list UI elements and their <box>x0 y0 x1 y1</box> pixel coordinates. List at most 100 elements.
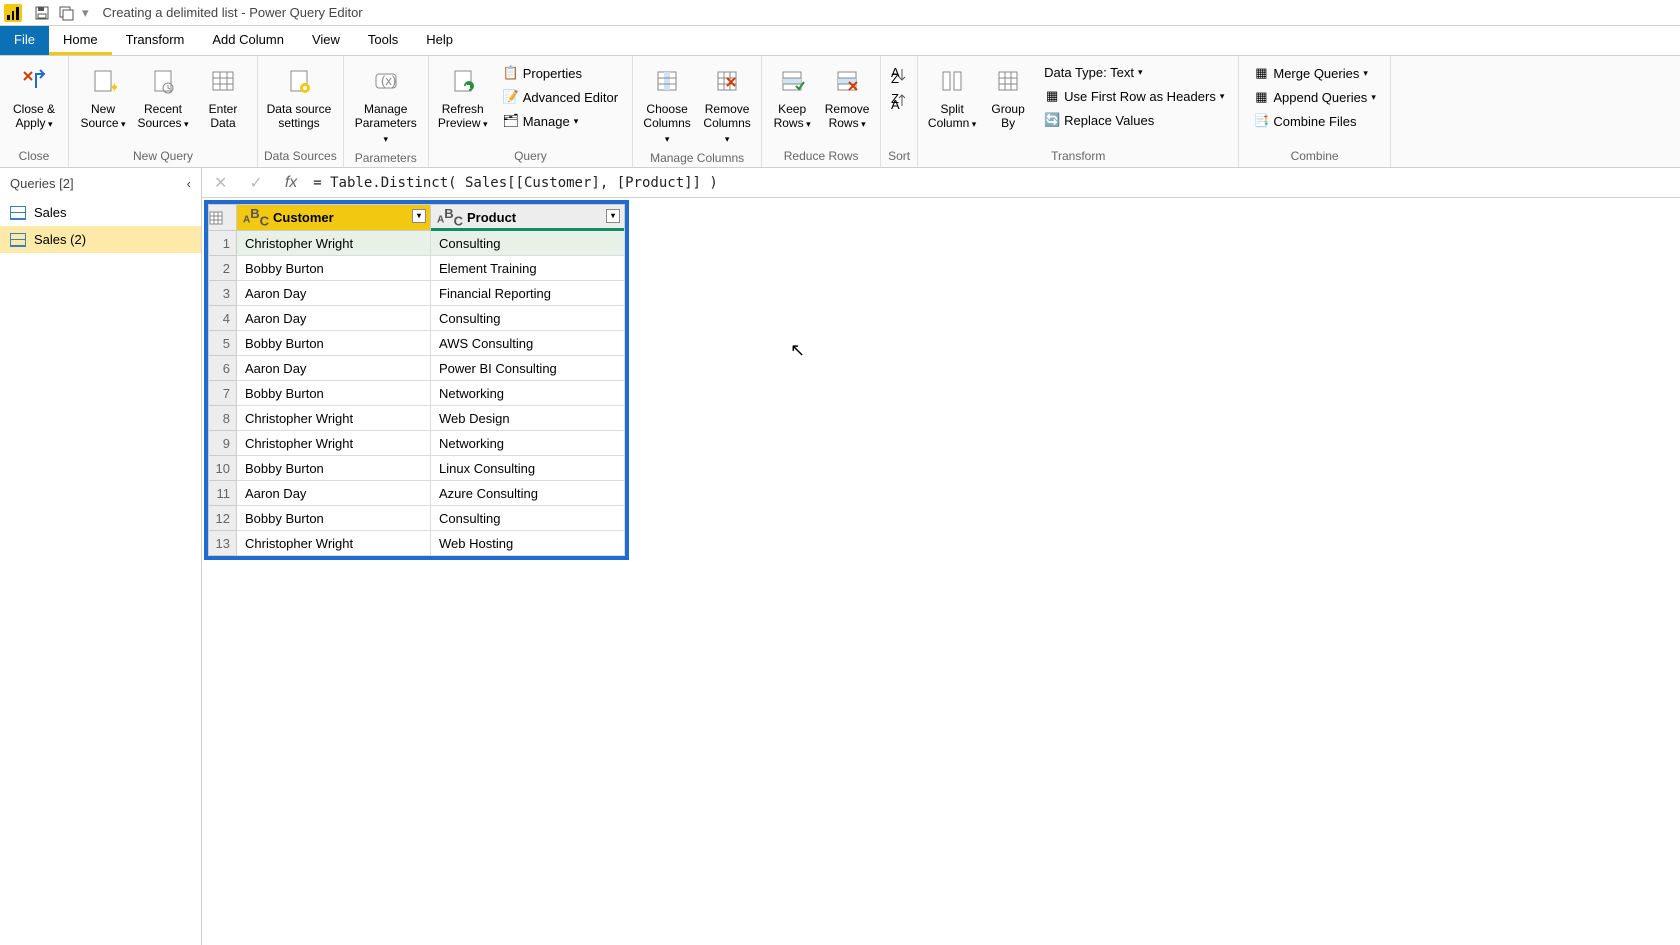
cell-customer[interactable]: Aaron Day <box>237 356 431 381</box>
cell-customer[interactable]: Christopher Wright <box>237 406 431 431</box>
table-row[interactable]: 4Aaron DayConsulting <box>209 306 625 331</box>
table-row[interactable]: 10Bobby BurtonLinux Consulting <box>209 456 625 481</box>
tab-transform[interactable]: Transform <box>112 26 199 55</box>
cell-customer[interactable]: Bobby Burton <box>237 506 431 531</box>
refresh-preview-button[interactable]: Refresh Preview <box>435 60 491 135</box>
replace-values-button[interactable]: 🔄Replace Values <box>1040 109 1228 131</box>
row-header[interactable]: 5 <box>209 331 237 356</box>
row-header[interactable]: 8 <box>209 406 237 431</box>
advanced-editor-button[interactable]: 📝Advanced Editor <box>499 86 622 108</box>
cell-customer[interactable]: Aaron Day <box>237 306 431 331</box>
table-row[interactable]: 1Christopher WrightConsulting <box>209 231 625 256</box>
cell-product[interactable]: Networking <box>431 381 625 406</box>
cell-product[interactable]: Consulting <box>431 506 625 531</box>
tab-home[interactable]: Home <box>49 26 112 55</box>
row-header[interactable]: 9 <box>209 431 237 456</box>
row-header[interactable]: 2 <box>209 256 237 281</box>
close-apply-icon <box>18 64 50 100</box>
table-row[interactable]: 2Bobby BurtonElement Training <box>209 256 625 281</box>
row-header[interactable]: 10 <box>209 456 237 481</box>
cell-product[interactable]: Web Hosting <box>431 531 625 556</box>
sort-desc-button[interactable]: ZA <box>887 90 911 112</box>
row-header[interactable]: 12 <box>209 506 237 531</box>
cell-customer[interactable]: Christopher Wright <box>237 231 431 256</box>
query-item-sales-2[interactable]: Sales (2) <box>0 226 201 253</box>
row-header[interactable]: 11 <box>209 481 237 506</box>
cell-product[interactable]: Consulting <box>431 231 625 256</box>
data-type-button[interactable]: Data Type: Text <box>1040 62 1228 83</box>
cell-product[interactable]: AWS Consulting <box>431 331 625 356</box>
table-row[interactable]: 9Christopher WrightNetworking <box>209 431 625 456</box>
tab-file[interactable]: File <box>0 26 49 55</box>
row-header[interactable]: 13 <box>209 531 237 556</box>
row-header[interactable]: 1 <box>209 231 237 256</box>
queries-header: Queries [2] ‹ <box>0 168 201 199</box>
close-apply-button[interactable]: Close & Apply <box>6 60 62 135</box>
filter-icon[interactable]: ▾ <box>606 209 620 223</box>
properties-button[interactable]: 📋Properties <box>499 62 622 84</box>
column-header-customer[interactable]: ABC Customer ▾ <box>237 205 431 231</box>
tab-tools[interactable]: Tools <box>354 26 412 55</box>
keep-rows-button[interactable]: Keep Rows <box>768 60 816 135</box>
cell-product[interactable]: Azure Consulting <box>431 481 625 506</box>
tab-help[interactable]: Help <box>412 26 467 55</box>
table-row[interactable]: 13Christopher WrightWeb Hosting <box>209 531 625 556</box>
table-row[interactable]: 6Aaron DayPower BI Consulting <box>209 356 625 381</box>
cancel-formula-icon[interactable]: ✕ <box>208 173 233 193</box>
manage-parameters-button[interactable]: (x) Manage Parameters <box>350 60 422 149</box>
manage-button[interactable]: 🗂Manage <box>499 110 622 132</box>
table-row[interactable]: 7Bobby BurtonNetworking <box>209 381 625 406</box>
row-header[interactable]: 4 <box>209 306 237 331</box>
cell-customer[interactable]: Aaron Day <box>237 481 431 506</box>
collapse-icon[interactable]: ‹ <box>187 176 191 191</box>
cell-customer[interactable]: Christopher Wright <box>237 431 431 456</box>
remove-rows-button[interactable]: Remove Rows <box>820 60 874 135</box>
append-queries-button[interactable]: ▦Append Queries <box>1249 86 1379 108</box>
remove-columns-button[interactable]: Remove Columns <box>699 60 755 149</box>
tab-add-column[interactable]: Add Column <box>198 26 298 55</box>
cell-customer[interactable]: Bobby Burton <box>237 456 431 481</box>
table-corner[interactable] <box>209 205 237 231</box>
formula-input[interactable]: = Table.Distinct( Sales[[Customer], [Pro… <box>313 175 1674 191</box>
data-source-settings-button[interactable]: Data source settings <box>264 60 334 135</box>
fx-icon[interactable]: fx <box>279 174 303 192</box>
accept-formula-icon[interactable]: ✓ <box>243 173 268 193</box>
cell-product[interactable]: Web Design <box>431 406 625 431</box>
query-item-sales[interactable]: Sales <box>0 199 201 226</box>
svg-text:✦: ✦ <box>109 80 117 95</box>
enter-data-button[interactable]: Enter Data <box>195 60 251 135</box>
sort-asc-button[interactable]: AZ <box>887 64 911 86</box>
cell-product[interactable]: Networking <box>431 431 625 456</box>
cell-customer[interactable]: Aaron Day <box>237 281 431 306</box>
save-icon[interactable] <box>32 3 52 23</box>
split-column-button[interactable]: Split Column <box>924 60 980 135</box>
cell-customer[interactable]: Christopher Wright <box>237 531 431 556</box>
table-row[interactable]: 8Christopher WrightWeb Design <box>209 406 625 431</box>
cell-customer[interactable]: Bobby Burton <box>237 331 431 356</box>
row-header[interactable]: 7 <box>209 381 237 406</box>
merge-queries-button[interactable]: ▦Merge Queries <box>1249 62 1379 84</box>
cell-product[interactable]: Consulting <box>431 306 625 331</box>
new-source-button[interactable]: ✦ New Source <box>75 60 131 135</box>
recent-sources-button[interactable]: Recent Sources <box>135 60 191 135</box>
save-as-icon[interactable] <box>56 3 76 23</box>
row-header[interactable]: 6 <box>209 356 237 381</box>
cell-product[interactable]: Financial Reporting <box>431 281 625 306</box>
column-header-product[interactable]: ABC Product ▾ <box>431 205 625 231</box>
filter-icon[interactable]: ▾ <box>412 209 426 223</box>
cell-product[interactable]: Power BI Consulting <box>431 356 625 381</box>
table-row[interactable]: 12Bobby BurtonConsulting <box>209 506 625 531</box>
row-header[interactable]: 3 <box>209 281 237 306</box>
cell-product[interactable]: Element Training <box>431 256 625 281</box>
table-row[interactable]: 11Aaron DayAzure Consulting <box>209 481 625 506</box>
cell-customer[interactable]: Bobby Burton <box>237 256 431 281</box>
cell-customer[interactable]: Bobby Burton <box>237 381 431 406</box>
first-row-headers-button[interactable]: ▦Use First Row as Headers <box>1040 85 1228 107</box>
combine-files-button[interactable]: 📑Combine Files <box>1249 110 1379 132</box>
tab-view[interactable]: View <box>298 26 354 55</box>
cell-product[interactable]: Linux Consulting <box>431 456 625 481</box>
choose-columns-button[interactable]: Choose Columns <box>639 60 695 149</box>
table-row[interactable]: 3Aaron DayFinancial Reporting <box>209 281 625 306</box>
group-by-button[interactable]: Group By <box>984 60 1032 135</box>
table-row[interactable]: 5Bobby BurtonAWS Consulting <box>209 331 625 356</box>
